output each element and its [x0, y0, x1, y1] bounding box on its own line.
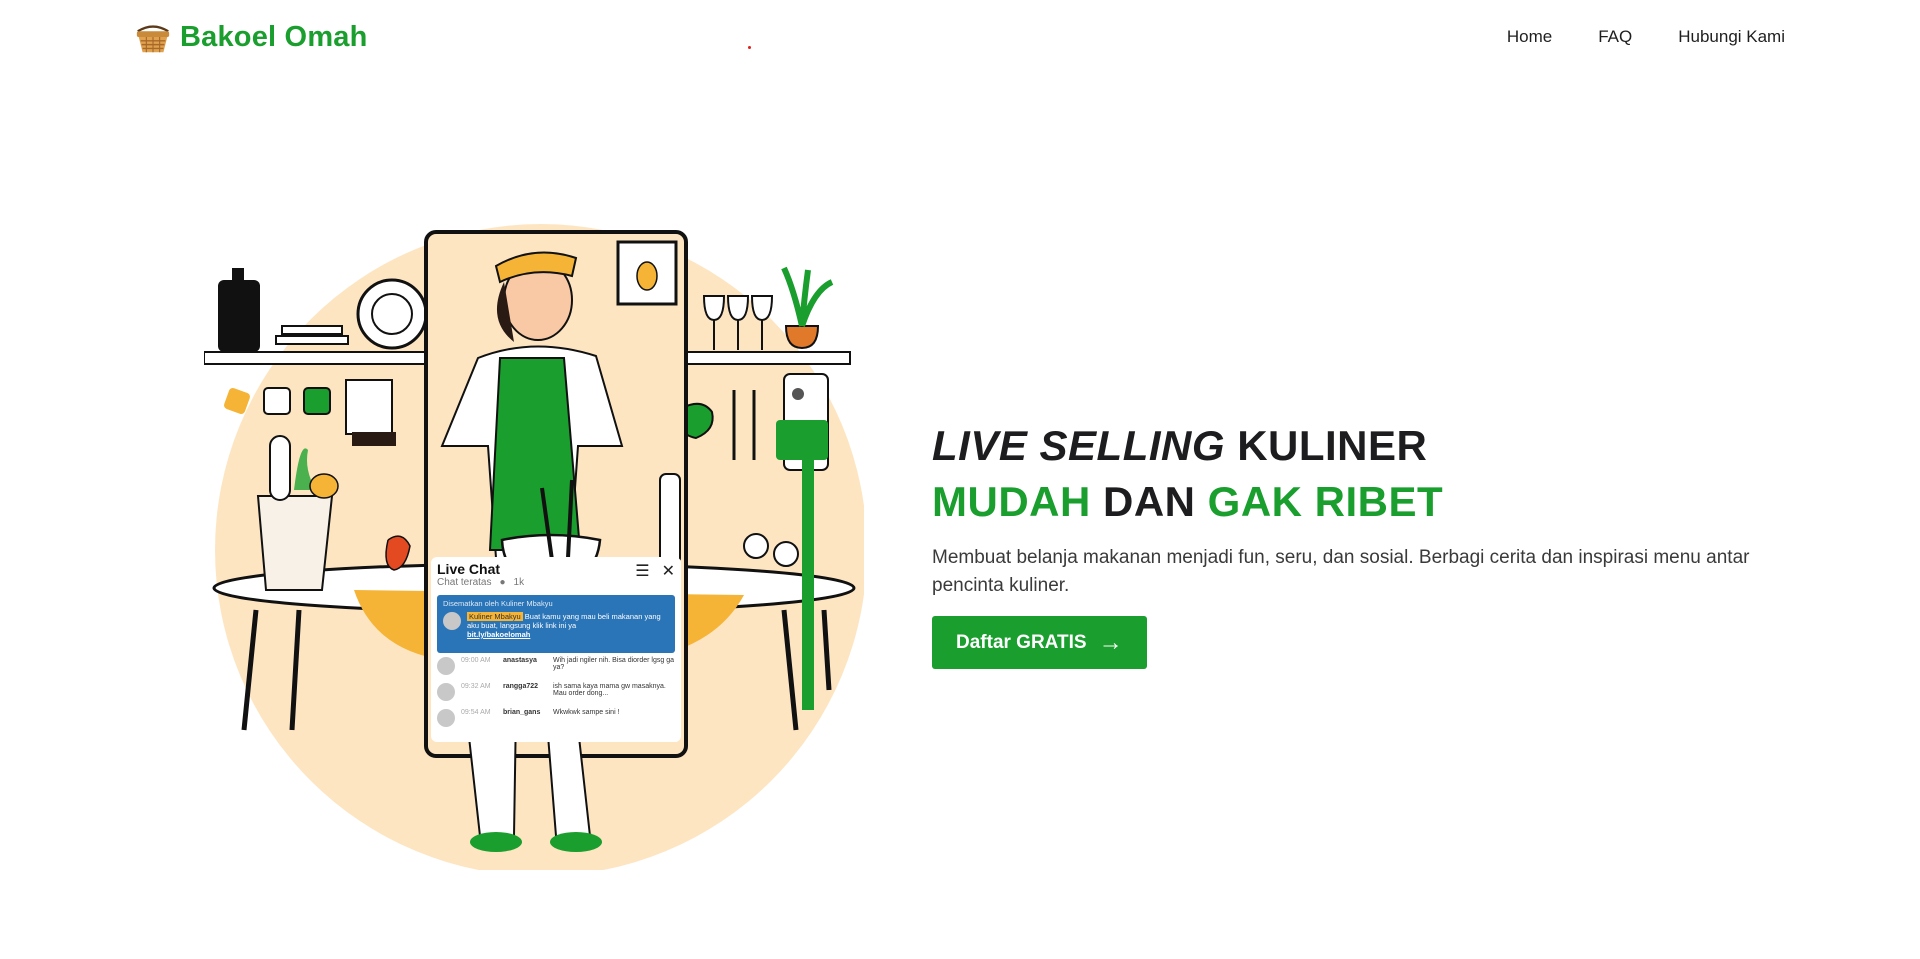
signup-free-button[interactable]: Daftar GRATIS →	[932, 616, 1147, 669]
nav-home-link[interactable]: Home	[1507, 27, 1552, 47]
hero-headline: LIVE SELLING KULINER MUDAH DAN GAK RIBET	[932, 418, 1752, 530]
navbar: Bakoel Omah Home FAQ Hubungi Kami	[0, 0, 1920, 78]
person-icon: ●	[499, 577, 506, 588]
pinned-user: Kuliner Mbakyu	[467, 612, 523, 621]
cooking-livestream-illustration	[204, 224, 864, 870]
headline-mid: DAN	[1090, 478, 1208, 525]
chat-text: ish sama kaya mama gw masaknya. Mau orde…	[553, 683, 666, 697]
headline-green-2: GAK RIBET	[1207, 478, 1444, 525]
filter-sliders-icon[interactable]: ☰	[635, 561, 649, 581]
avatar	[437, 683, 455, 701]
chat-message: 09:54 AM brian_gans Wkwkwk sampe sini !	[431, 705, 681, 731]
basket-logo-icon	[136, 25, 170, 53]
viewer-count: 1k	[513, 577, 525, 588]
chat-text: Wih jadi ngiler nih. Bisa diorder lgsg g…	[553, 657, 675, 671]
chat-message: 09:32 AM rangga722 ish sama kaya mama gw…	[431, 679, 681, 705]
avatar	[443, 612, 461, 630]
chat-time: 09:32 AM	[461, 683, 491, 690]
chat-text: Wkwkwk sampe sini !	[553, 709, 620, 716]
live-chat-controls: ☰ ✕	[635, 561, 675, 581]
avatar	[437, 657, 455, 675]
chat-user: rangga722	[503, 683, 539, 690]
nav-faq-link[interactable]: FAQ	[1598, 27, 1632, 47]
chat-time: 09:54 AM	[461, 709, 491, 716]
chat-time: 09:00 AM	[461, 657, 491, 664]
pinned-message: Disematkan oleh Kuliner Mbakyu Kuliner M…	[437, 595, 675, 653]
live-chat-subtitle: Chat teratas	[437, 577, 492, 588]
close-icon[interactable]: ✕	[662, 561, 675, 581]
hero-illustration: Live Chat Chat teratas ● 1k ☰ ✕ Disematk…	[204, 210, 864, 870]
headline-green-1: MUDAH	[932, 478, 1091, 525]
live-chat-title: Live Chat	[437, 561, 501, 577]
chat-user: brian_gans	[503, 709, 541, 716]
hero-subtext: Membuat belanja makanan menjadi fun, ser…	[932, 547, 1750, 596]
headline-rest: KULINER	[1225, 422, 1428, 469]
pinned-label: Disematkan oleh Kuliner Mbakyu	[443, 599, 553, 608]
hero-copy: LIVE SELLING KULINER MUDAH DAN GAK RIBET…	[932, 418, 1752, 669]
chat-message: 09:00 AM anastasya Wih jadi ngiler nih. …	[431, 653, 681, 679]
live-chat-subtitle-row: Chat teratas ● 1k	[437, 577, 524, 588]
avatar	[437, 709, 455, 727]
live-chat-panel: Live Chat Chat teratas ● 1k ☰ ✕ Disematk…	[431, 557, 681, 742]
pinned-link[interactable]: bit.ly/bakoelomah	[467, 630, 669, 639]
live-chat-header: Live Chat Chat teratas ● 1k ☰ ✕	[431, 557, 681, 595]
brand-name: Bakoel Omah	[180, 20, 368, 53]
nav-links: Home FAQ Hubungi Kami	[1507, 27, 1785, 47]
decorative-dot	[748, 46, 751, 49]
signup-free-label: Daftar GRATIS	[956, 631, 1087, 653]
chat-user: anastasya	[503, 657, 537, 664]
headline-italic: LIVE SELLING	[932, 422, 1226, 469]
brand[interactable]: Bakoel Omah	[134, 18, 368, 56]
arrow-right-icon: →	[1098, 628, 1123, 656]
nav-contact-link[interactable]: Hubungi Kami	[1678, 27, 1785, 47]
